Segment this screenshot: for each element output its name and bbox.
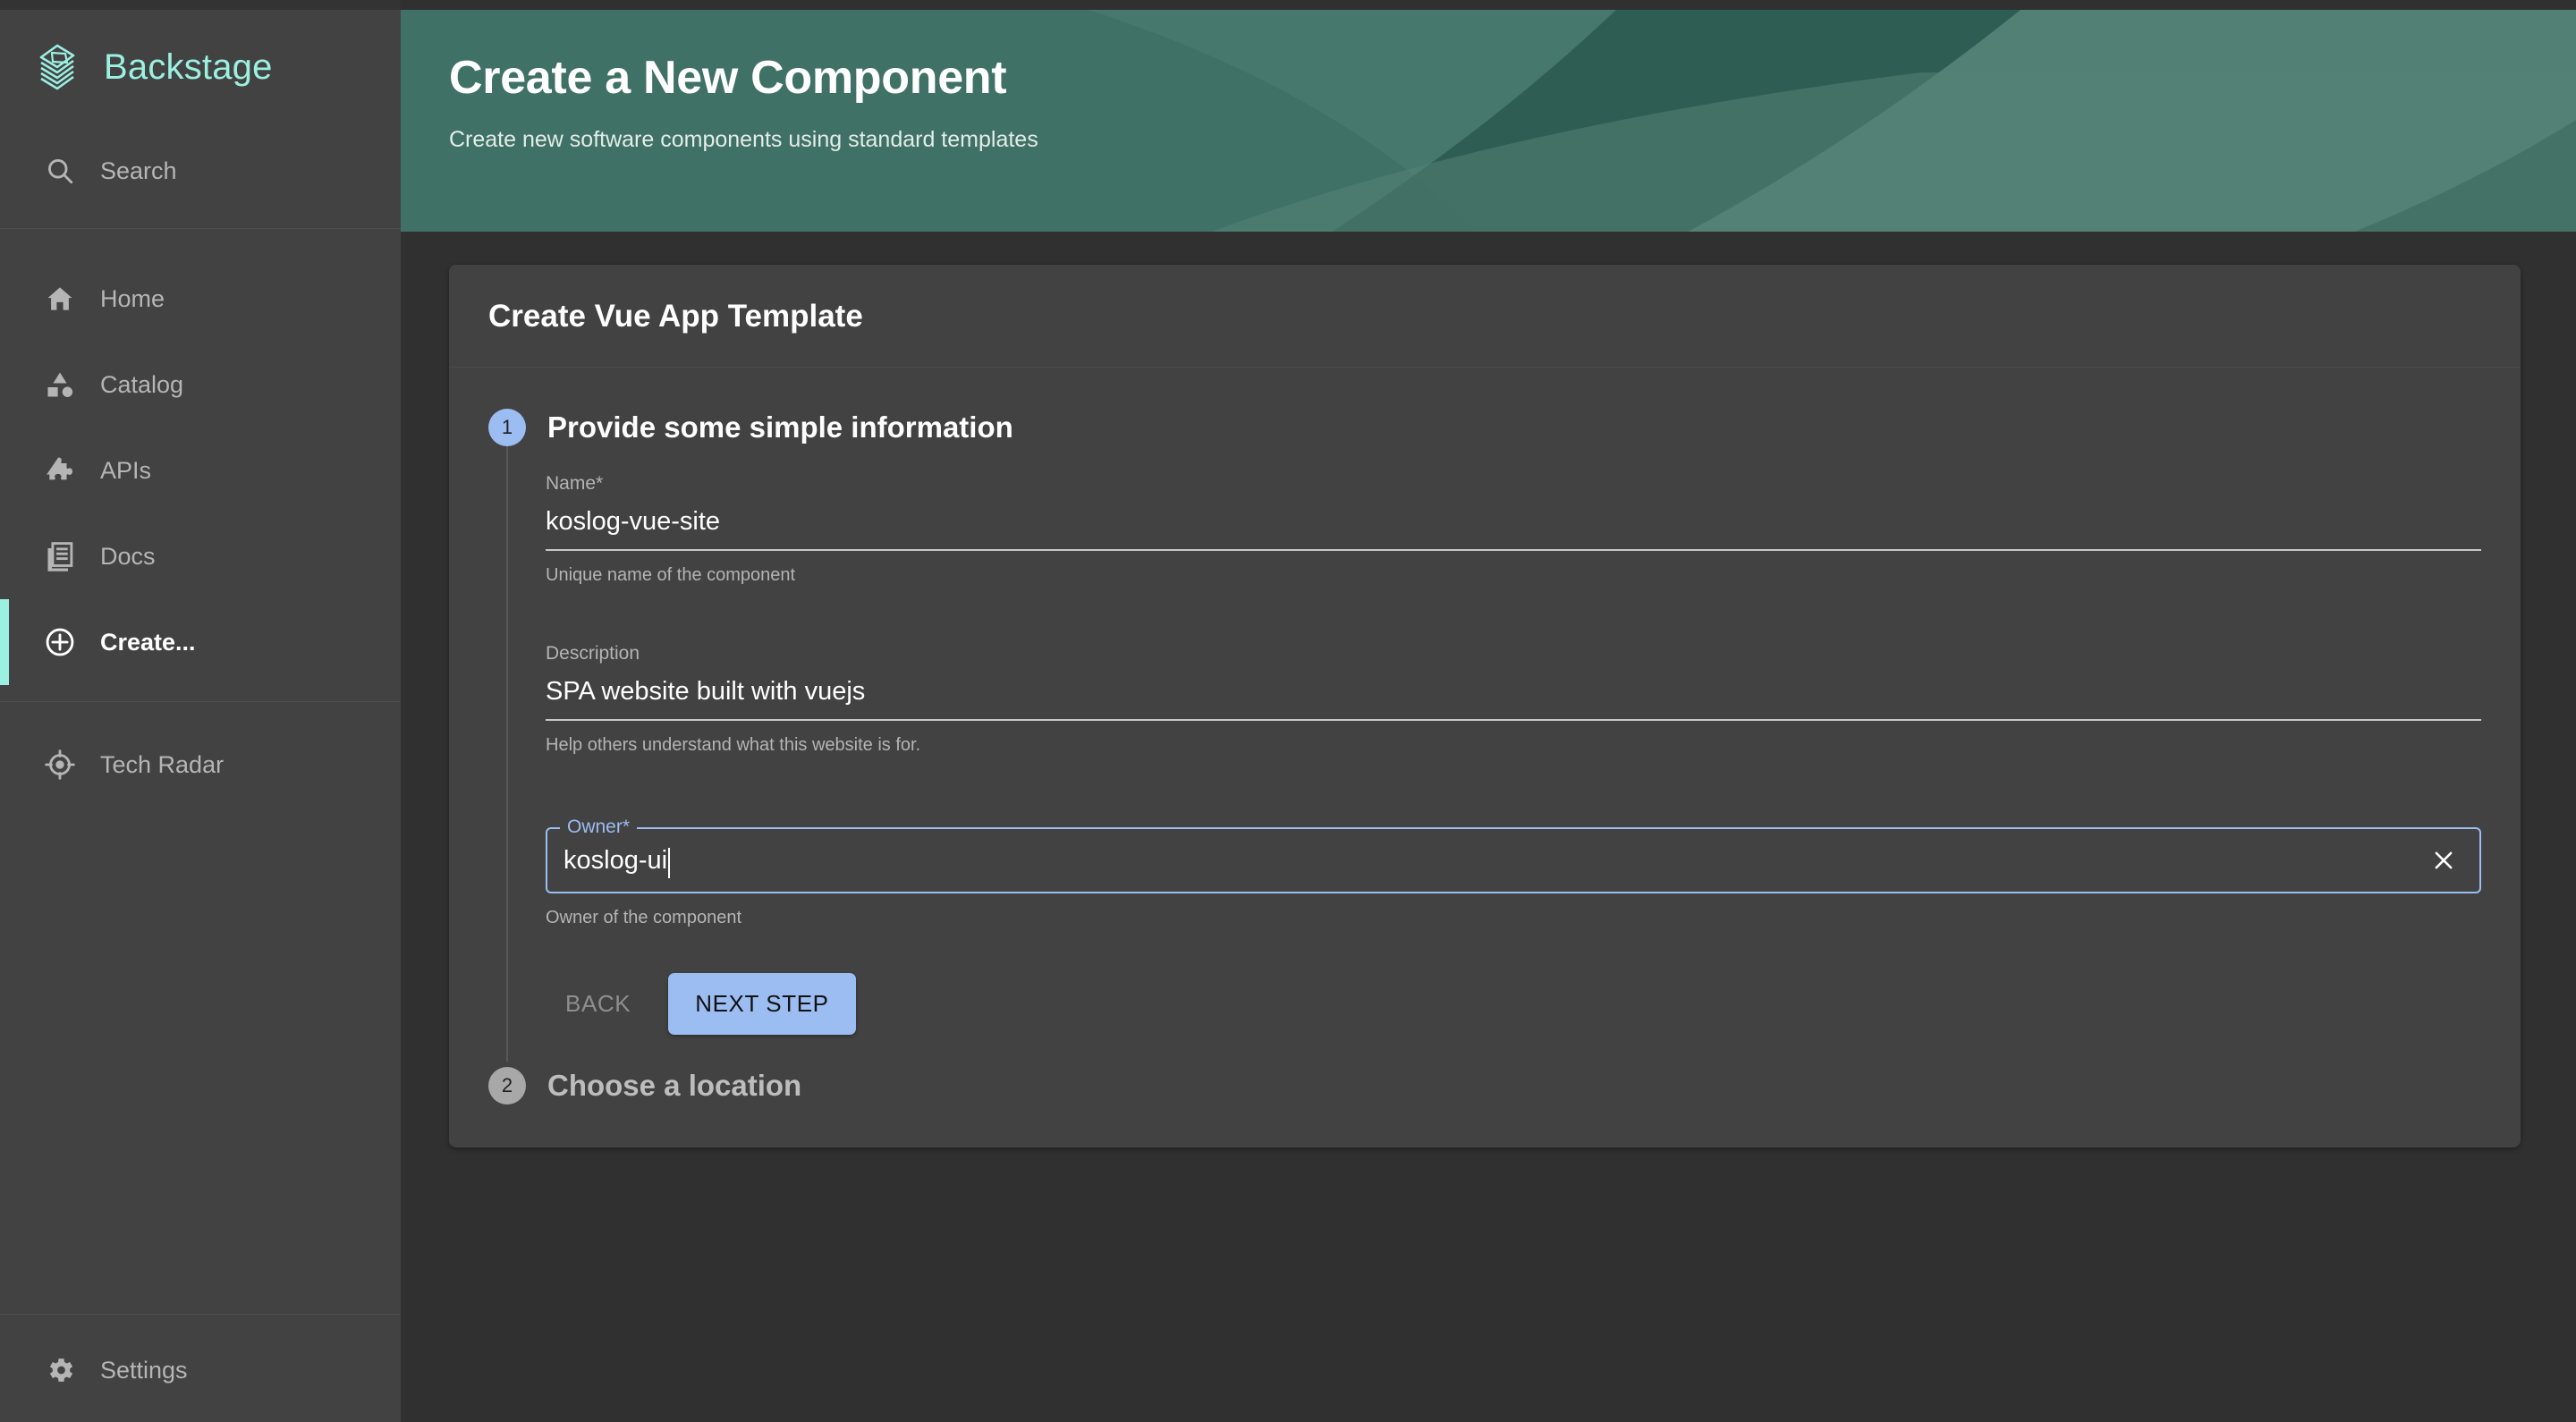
sidebar-group-main: Home Catalog APIs Docs Create... [0,229,401,701]
owner-input-value-row[interactable]: koslog-ui [564,845,2426,878]
puzzle-piece-icon [43,453,77,487]
sidebar-item-label: Tech Radar [100,750,225,778]
page-title: Create a New Component [449,52,1007,104]
sidebar-item-catalog[interactable]: Catalog [0,342,401,427]
template-card: Create Vue App Template 1 Provide some s… [449,265,2521,1147]
step-actions: BACK NEXT STEP [546,973,2481,1035]
name-field-label: Name* [546,473,604,494]
sidebar-item-label: Home [100,284,165,312]
step-1-badge: 1 [488,409,526,446]
brand[interactable]: Backstage [0,19,401,115]
page-banner: Create a New Component Create new softwa… [401,10,2576,232]
sidebar: Backstage Search Home Catalog APIs Docs … [0,0,401,1422]
next-step-button[interactable]: NEXT STEP [668,973,856,1035]
text-caret [668,848,671,878]
step-1-label: Provide some simple information [547,411,1013,444]
app-root: Backstage Search Home Catalog APIs Docs … [0,0,2576,1422]
sidebar-item-apis[interactable]: APIs [0,427,401,513]
step-1-header[interactable]: 1 Provide some simple information [488,409,2481,446]
card-title: Create Vue App Template [488,299,863,334]
description-field-help: Help others understand what this website… [546,735,921,755]
owner-field-wrap[interactable]: Owner* koslog-ui [546,817,2481,893]
field-spacer-1 [546,597,2481,643]
owner-input-value: koslog-ui [564,845,668,875]
step-2-badge: 2 [488,1067,526,1105]
sidebar-item-tech-radar[interactable]: Tech Radar [0,722,401,808]
sidebar-item-docs[interactable]: Docs [0,513,401,599]
name-field-wrap [546,507,2481,551]
sidebar-item-label: Docs [100,542,156,570]
description-field-group: Description Help others understand what … [546,643,2481,756]
name-field-help: Unique name of the component [546,565,796,585]
window-top-strip [0,0,401,10]
step-2-label: Choose a location [547,1069,802,1102]
card-body: 1 Provide some simple information Name* … [449,368,2521,1147]
step-2-header[interactable]: 2 Choose a location [488,1067,2481,1105]
close-x-icon [2430,847,2457,874]
plus-circle-icon [43,625,77,659]
brand-name: Backstage [104,47,273,87]
sidebar-item-search[interactable]: Search [0,128,401,214]
stepper-step-2: 2 Choose a location [488,1067,2481,1105]
banner-content: Create a New Component Create new softwa… [401,10,2576,153]
home-icon [43,282,77,316]
sidebar-item-settings[interactable]: Settings [0,1327,401,1413]
sidebar-group-extra: Tech Radar [0,702,401,808]
sidebar-item-label: Settings [100,1356,188,1384]
name-field-group: Name* Unique name of the component [546,473,2481,586]
sidebar-item-label: Catalog [100,370,184,398]
main-content: Create a New Component Create new softwa… [401,0,2576,1422]
radar-target-icon [43,748,77,782]
card-header: Create Vue App Template [449,265,2521,368]
document-stack-icon [43,539,77,573]
sidebar-group-search: Search [0,115,401,228]
page-subtitle: Create new software components using sta… [449,127,1038,153]
name-input[interactable] [546,507,2481,551]
back-button[interactable]: BACK [546,976,650,1032]
owner-field-group: Owner* koslog-ui Owner of the component [546,817,2481,928]
owner-clear-button[interactable] [2426,842,2462,878]
catalog-shapes-icon [43,368,77,402]
sidebar-item-home[interactable]: Home [0,256,401,342]
field-spacer-2 [546,766,2481,813]
owner-field-label: Owner* [560,817,638,836]
backstage-stack-logo-icon [38,43,82,91]
step-1-body: Name* Unique name of the component Descr… [506,446,2481,1062]
owner-field-help: Owner of the component [546,908,742,927]
description-input[interactable] [546,677,2481,721]
sidebar-item-label: Create... [100,628,196,656]
description-field-wrap [546,677,2481,721]
stepper-step-1: 1 Provide some simple information Name* … [488,409,2481,1062]
sidebar-item-label: Search [100,157,177,184]
description-field-label: Description [546,643,640,664]
sidebar-group-bottom: Settings [0,1315,401,1422]
sidebar-item-create[interactable]: Create... [0,599,401,685]
gear-icon [43,1353,77,1387]
search-icon [43,154,77,188]
sidebar-item-label: APIs [100,456,152,484]
